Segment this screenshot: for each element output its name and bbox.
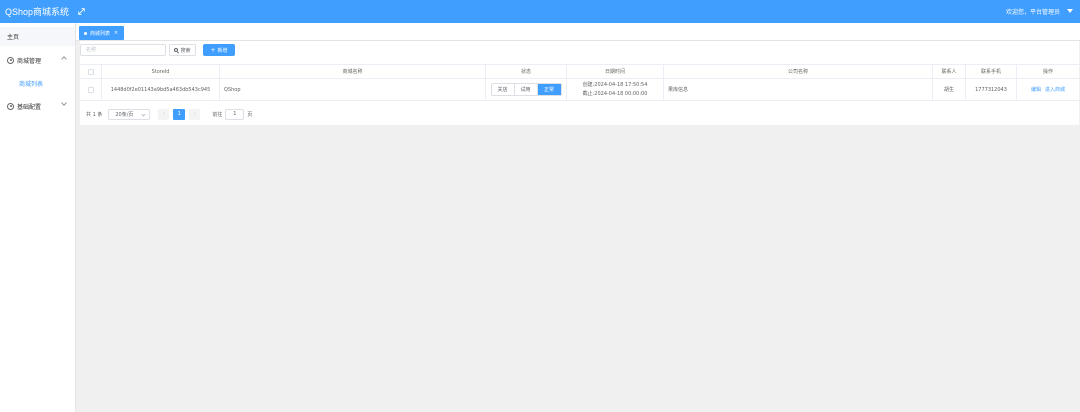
welcome-user-menu[interactable]: 欢迎您，平台管理员 — [1006, 0, 1060, 23]
sidebar-item-label: 商城列表 — [19, 80, 44, 88]
sidebar-item-store-list[interactable]: 商城列表 — [0, 73, 75, 93]
column-header: 公司名称 — [664, 65, 933, 78]
add-button-label: 新增 — [217, 47, 228, 54]
column-header: 商城名称 — [220, 65, 486, 78]
status-segmented-control: 关店 试用 正常 — [490, 83, 562, 96]
column-header: 联系手机 — [966, 65, 1017, 78]
search-input[interactable] — [80, 44, 166, 56]
page-number-current[interactable]: 1 — [173, 108, 186, 120]
goto-prefix: 前往 — [212, 111, 223, 118]
table-header: StoreId 商城名称 状态 日期时间 公司名称 联系人 联系手机 操作 — [80, 65, 1079, 79]
row-select[interactable] — [80, 79, 102, 100]
status-option-closed[interactable]: 关店 — [492, 84, 515, 95]
expand-icon[interactable] — [78, 8, 85, 15]
column-header: 日期时间 — [567, 65, 664, 78]
total-count: 共 1 条 — [86, 111, 103, 118]
settings-circle-icon — [7, 56, 14, 64]
column-header: StoreId — [102, 65, 220, 78]
sidebar-group-basic-config[interactable]: 基础配置 — [0, 96, 75, 116]
column-header: 状态 — [486, 65, 567, 78]
tab-label: 商城列表 — [90, 30, 111, 37]
column-header: 操作 — [1042, 69, 1053, 75]
store-id-cell: 1448d0f2e01143a9bd5a463db543c945 — [102, 79, 220, 100]
goto-page: 前往 1 页 — [212, 108, 253, 120]
company-cell: 果库信息 — [664, 79, 933, 100]
tab-store-list[interactable]: 商城列表 × — [79, 26, 125, 40]
tabs-strip: 商城列表 × — [76, 23, 1080, 41]
date-cell: 创建:2024-04-18 17:50:54 截止:2024-04-18 00:… — [567, 79, 664, 100]
search-button[interactable]: 搜索 — [169, 44, 196, 56]
app-title: QShop商城系统 — [5, 7, 70, 17]
page-size-value: 20条/页 — [115, 111, 134, 118]
chevron-down-icon — [141, 111, 146, 117]
chevron-down-icon — [61, 100, 67, 106]
close-icon[interactable]: × — [114, 30, 118, 36]
status-cell: 关店 试用 正常 — [486, 79, 567, 100]
main-card: 搜索 + 新增 StoreId 商城名称 状态 日期时间 公司名称 联系人 联系… — [80, 41, 1079, 125]
store-table: StoreId 商城名称 状态 日期时间 公司名称 联系人 联系手机 操作 14… — [80, 64, 1079, 101]
sidebar-item-home[interactable]: 主页 — [0, 26, 75, 46]
top-header: QShop商城系统 欢迎您，平台管理员 — [0, 0, 1080, 23]
tab-dot-icon — [84, 31, 87, 35]
header-select-all[interactable] — [80, 65, 102, 78]
sidebar-group-label: 基础配置 — [17, 103, 42, 111]
search-button-label: 搜索 — [180, 47, 191, 54]
column-header: 联系人 — [933, 65, 966, 78]
search-icon — [174, 48, 179, 52]
contact-cell: 胡生 — [933, 79, 966, 100]
plus-icon: + — [210, 46, 216, 54]
next-page-button[interactable]: › — [189, 108, 201, 120]
caret-down-icon[interactable] — [1067, 9, 1073, 13]
sidebar: 主页 商城管理 商城列表 基础配置 — [0, 23, 76, 412]
enter-store-link[interactable]: 进入商城 — [1045, 86, 1065, 93]
phone-cell: 1777312043 — [966, 79, 1017, 100]
store-name-cell: QShop — [220, 79, 486, 100]
expire-date: 截止:2024-04-18 00:00:00 — [582, 90, 648, 97]
created-date: 创建:2024-04-18 17:50:54 — [582, 81, 648, 88]
table-row: 1448d0f2e01143a9bd5a463db543c945 QShop 关… — [80, 79, 1079, 101]
goto-page-input[interactable]: 1 — [225, 108, 245, 120]
sidebar-group-label: 商城管理 — [17, 57, 42, 65]
status-option-normal[interactable]: 正常 — [537, 84, 561, 95]
add-button[interactable]: + 新增 — [203, 44, 235, 56]
sidebar-group-store-management[interactable]: 商城管理 — [0, 50, 75, 70]
settings-circle-icon — [7, 102, 14, 110]
prev-page-button[interactable]: ‹ — [158, 108, 170, 120]
status-option-trial[interactable]: 试用 — [515, 84, 538, 95]
sidebar-item-label: 主页 — [7, 33, 20, 41]
checkbox[interactable] — [87, 86, 94, 93]
actions-cell: 编辑 进入商城 — [1017, 79, 1079, 100]
page-size-select[interactable]: 20条/页 — [108, 108, 151, 120]
chevron-up-icon — [61, 56, 67, 62]
edit-link[interactable]: 编辑 — [1031, 86, 1041, 93]
pagination: 共 1 条 20条/页 ‹ 1 › 前往 1 页 — [86, 108, 252, 120]
goto-suffix: 页 — [247, 111, 253, 118]
checkbox[interactable] — [87, 68, 94, 75]
